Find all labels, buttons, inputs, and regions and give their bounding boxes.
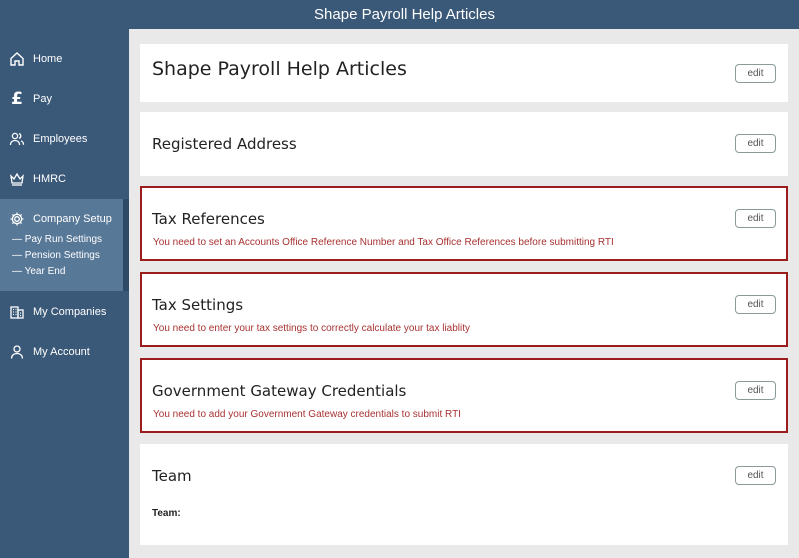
sidebar-item-label: Company Setup	[33, 213, 112, 225]
sidebar-item-home[interactable]: Home	[0, 39, 129, 79]
users-icon	[8, 130, 26, 148]
sidebar-item-label: Employees	[33, 133, 88, 145]
sidebar-item-my-account[interactable]: My Account	[0, 332, 129, 372]
sidebar-item-employees[interactable]: Employees	[0, 119, 129, 159]
home-icon	[8, 50, 26, 68]
page-title: Shape Payroll Help Articles	[152, 58, 407, 80]
sidebar-item-label: HMRC	[33, 173, 66, 185]
card-title: Government Gateway Credentials	[152, 382, 407, 400]
title-card: Shape Payroll Help Articles edit	[140, 44, 788, 102]
sidebar-item-label: Pay	[33, 93, 52, 105]
app-header: Shape Payroll Help Articles	[0, 0, 799, 29]
edit-button[interactable]: edit	[735, 134, 776, 153]
user-icon	[8, 343, 26, 361]
sidebar-item-hmrc[interactable]: HMRC	[0, 159, 129, 199]
team-label: Team:	[152, 508, 181, 519]
sidebar-subitem-pay-run-settings[interactable]: — Pay Run Settings	[12, 234, 102, 245]
sidebar-item-label: Home	[33, 53, 63, 65]
sidebar-item-my-companies[interactable]: My Companies	[0, 292, 129, 332]
app-title: Shape Payroll Help Articles	[314, 6, 495, 23]
sidebar-subitem-pension-settings[interactable]: — Pension Settings	[12, 250, 100, 261]
registered-address-card: Registered Address edit	[140, 112, 788, 176]
edit-button[interactable]: edit	[735, 64, 776, 83]
sidebar-item-label: My Account	[33, 346, 90, 358]
warning-message: You need to add your Government Gateway …	[153, 409, 461, 420]
team-card: Team edit Team:	[140, 444, 788, 545]
tax-settings-card: Tax Settings edit You need to enter your…	[140, 272, 788, 347]
edit-button[interactable]: edit	[735, 381, 776, 400]
card-title: Team	[152, 467, 192, 485]
tax-references-card: Tax References edit You need to set an A…	[140, 186, 788, 261]
card-title: Registered Address	[152, 135, 297, 153]
sidebar-subitem-year-end[interactable]: — Year End	[12, 266, 65, 277]
warning-message: You need to enter your tax settings to c…	[153, 323, 471, 334]
edit-button[interactable]: edit	[735, 466, 776, 485]
sidebar: Home £ Pay Employees HMRC Company Setup …	[0, 29, 129, 558]
sidebar-item-label: My Companies	[33, 306, 107, 318]
card-title: Tax Settings	[152, 296, 244, 314]
gear-icon	[8, 210, 26, 228]
sidebar-item-pay[interactable]: £ Pay	[0, 79, 129, 119]
warning-message: You need to set an Accounts Office Refer…	[153, 237, 614, 248]
edit-button[interactable]: edit	[735, 295, 776, 314]
card-title: Tax References	[152, 210, 265, 228]
sidebar-item-company-setup[interactable]: Company Setup	[0, 199, 129, 239]
pound-icon: £	[11, 89, 23, 109]
building-icon	[8, 303, 26, 321]
crown-icon	[8, 170, 26, 188]
edit-button[interactable]: edit	[735, 209, 776, 228]
government-gateway-card: Government Gateway Credentials edit You …	[140, 358, 788, 433]
